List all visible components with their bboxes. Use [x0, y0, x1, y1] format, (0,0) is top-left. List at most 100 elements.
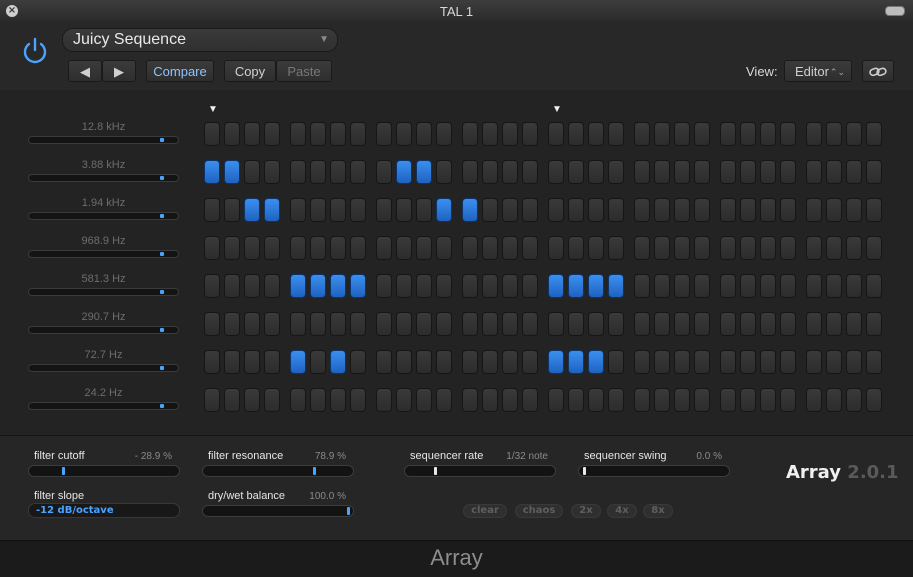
step-cell[interactable] [806, 388, 822, 412]
previous-preset-button[interactable]: ◀ [68, 60, 102, 82]
step-cell[interactable] [654, 198, 670, 222]
rate-4x-button[interactable]: 4x [607, 504, 637, 518]
step-cell[interactable] [502, 350, 518, 374]
step-cell[interactable] [740, 122, 756, 146]
step-cell[interactable] [826, 312, 842, 336]
step-cell[interactable] [654, 388, 670, 412]
step-cell[interactable] [310, 350, 326, 374]
step-cell[interactable] [310, 198, 326, 222]
step-cell[interactable] [462, 350, 478, 374]
step-cell[interactable] [694, 198, 710, 222]
step-cell[interactable] [780, 350, 796, 374]
step-cell[interactable] [826, 198, 842, 222]
step-cell[interactable] [350, 236, 366, 260]
filter-band-slider[interactable] [28, 364, 179, 372]
step-cell[interactable] [548, 122, 564, 146]
filter-band-slider[interactable] [28, 288, 179, 296]
step-cell[interactable] [568, 198, 584, 222]
step-cell[interactable] [290, 388, 306, 412]
step-cell[interactable] [462, 198, 478, 222]
step-cell[interactable] [654, 312, 670, 336]
step-cell[interactable] [674, 160, 690, 184]
step-cell[interactable] [290, 236, 306, 260]
dry-wet-slider[interactable] [202, 505, 354, 517]
step-cell[interactable] [826, 388, 842, 412]
step-cell[interactable] [522, 312, 538, 336]
step-cell[interactable] [568, 236, 584, 260]
step-cell[interactable] [396, 274, 412, 298]
step-cell[interactable] [760, 160, 776, 184]
step-cell[interactable] [634, 236, 650, 260]
step-cell[interactable] [760, 236, 776, 260]
filter-band-slider[interactable] [28, 174, 179, 182]
step-cell[interactable] [290, 160, 306, 184]
step-cell[interactable] [204, 122, 220, 146]
step-cell[interactable] [416, 274, 432, 298]
clear-button[interactable]: clear [463, 504, 507, 518]
step-cell[interactable] [264, 350, 280, 374]
step-cell[interactable] [330, 274, 346, 298]
step-cell[interactable] [204, 198, 220, 222]
step-cell[interactable] [224, 388, 240, 412]
step-cell[interactable] [866, 198, 882, 222]
step-cell[interactable] [244, 122, 260, 146]
step-cell[interactable] [694, 236, 710, 260]
step-cell[interactable] [760, 350, 776, 374]
slider-knob[interactable] [160, 366, 165, 370]
step-cell[interactable] [740, 236, 756, 260]
step-cell[interactable] [674, 236, 690, 260]
step-cell[interactable] [720, 388, 736, 412]
slider-knob[interactable] [434, 467, 438, 475]
step-cell[interactable] [780, 198, 796, 222]
step-cell[interactable] [634, 350, 650, 374]
step-cell[interactable] [376, 388, 392, 412]
step-cell[interactable] [760, 274, 776, 298]
step-cell[interactable] [608, 274, 624, 298]
slider-knob[interactable] [62, 467, 66, 475]
step-cell[interactable] [674, 350, 690, 374]
step-cell[interactable] [806, 274, 822, 298]
step-cell[interactable] [310, 312, 326, 336]
step-cell[interactable] [462, 274, 478, 298]
step-cell[interactable] [482, 350, 498, 374]
preset-selector[interactable]: Juicy Sequence ▼ [62, 28, 338, 52]
slider-knob[interactable] [313, 467, 317, 475]
step-cell[interactable] [330, 160, 346, 184]
step-cell[interactable] [654, 274, 670, 298]
sequencer-rate-slider[interactable] [404, 465, 556, 477]
step-cell[interactable] [244, 350, 260, 374]
step-cell[interactable] [462, 236, 478, 260]
step-cell[interactable] [694, 160, 710, 184]
step-cell[interactable] [522, 122, 538, 146]
step-cell[interactable] [826, 236, 842, 260]
step-cell[interactable] [740, 350, 756, 374]
step-cell[interactable] [462, 312, 478, 336]
step-cell[interactable] [608, 160, 624, 184]
step-cell[interactable] [330, 312, 346, 336]
step-cell[interactable] [780, 312, 796, 336]
step-cell[interactable] [720, 160, 736, 184]
step-cell[interactable] [634, 312, 650, 336]
step-cell[interactable] [826, 350, 842, 374]
step-cell[interactable] [740, 274, 756, 298]
step-cell[interactable] [502, 274, 518, 298]
sequencer-swing-slider[interactable] [578, 465, 730, 477]
step-cell[interactable] [264, 160, 280, 184]
step-cell[interactable] [396, 122, 412, 146]
step-cell[interactable] [264, 274, 280, 298]
step-cell[interactable] [826, 122, 842, 146]
step-cell[interactable] [846, 236, 862, 260]
step-cell[interactable] [416, 236, 432, 260]
step-cell[interactable] [416, 350, 432, 374]
slider-knob[interactable] [160, 138, 165, 142]
step-cell[interactable] [760, 198, 776, 222]
step-cell[interactable] [244, 274, 260, 298]
step-cell[interactable] [224, 198, 240, 222]
step-cell[interactable] [740, 160, 756, 184]
step-cell[interactable] [740, 388, 756, 412]
filter-slope-selector[interactable]: -12 dB/octave [28, 503, 180, 518]
step-cell[interactable] [290, 198, 306, 222]
step-cell[interactable] [780, 236, 796, 260]
step-cell[interactable] [350, 350, 366, 374]
step-cell[interactable] [350, 388, 366, 412]
